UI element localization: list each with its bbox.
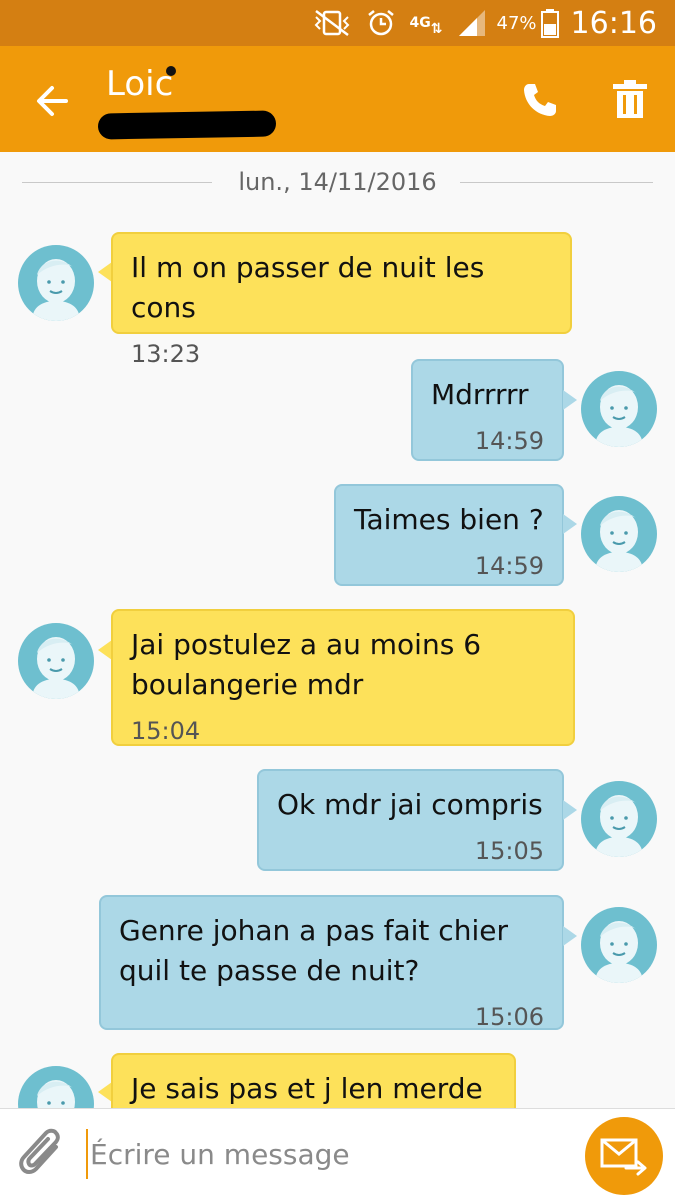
date-separator: lun., 14/11/2016	[22, 168, 653, 198]
message-text: Taimes bien ?	[354, 503, 544, 536]
message-time: 14:59	[474, 552, 544, 580]
my-avatar[interactable]	[581, 496, 657, 572]
person-face-icon	[595, 510, 643, 572]
network-4g-icon: 4G ⇅	[409, 15, 443, 37]
message-bubble-incoming[interactable]: Jai postulez a au moins 6 boulangerie md…	[111, 609, 575, 746]
message-text: Il m on passer de nuit les cons	[131, 251, 485, 324]
back-button[interactable]	[30, 78, 76, 124]
bubble-tail	[98, 640, 112, 660]
vibrate-mute-icon	[312, 9, 352, 37]
battery-percent: 47%	[496, 12, 537, 34]
message-text: Je sais pas et j len merde	[131, 1072, 483, 1105]
contact-avatar[interactable]	[18, 245, 94, 321]
send-mms-icon	[600, 1138, 647, 1176]
paperclip-icon	[19, 1128, 60, 1174]
bubble-tail	[563, 390, 577, 410]
my-avatar[interactable]	[581, 907, 657, 983]
message-text: Ok mdr jai compris	[277, 788, 543, 821]
bubble-tail	[98, 1082, 112, 1102]
bubble-tail	[563, 800, 577, 820]
message-time: 15:05	[474, 837, 544, 865]
message-time: 15:06	[474, 1003, 544, 1031]
my-avatar[interactable]	[581, 781, 657, 857]
message-bubble-incoming[interactable]: Il m on passer de nuit les cons 13:23	[111, 232, 572, 368]
contact-avatar[interactable]	[18, 623, 94, 699]
message-composer	[0, 1108, 675, 1200]
contact-name[interactable]: Loic	[106, 64, 173, 104]
person-face-icon	[32, 259, 80, 321]
message-bubble-outgoing[interactable]: Taimes bien ? 14:59	[334, 484, 564, 586]
bubble-tail	[98, 262, 112, 282]
presence-dot	[166, 66, 176, 76]
arrow-left-icon	[37, 86, 68, 116]
message-text: Jai postulez a au moins 6 boulangerie md…	[131, 628, 482, 701]
clock: 16:16	[570, 5, 657, 41]
attach-button[interactable]	[18, 1127, 68, 1183]
signal-icon	[457, 8, 487, 38]
message-time: 15:04	[131, 717, 201, 745]
message-text: Genre johan a pas fait chier quil te pas…	[119, 914, 508, 987]
bubble-tail	[563, 926, 577, 946]
person-face-icon	[595, 385, 643, 447]
battery-icon	[540, 8, 559, 38]
message-bubble-outgoing[interactable]: Ok mdr jai compris 15:05	[257, 769, 564, 871]
my-avatar[interactable]	[581, 371, 657, 447]
redacted-phone-number	[97, 110, 277, 140]
message-input[interactable]	[86, 1129, 566, 1179]
message-text: Mdrrrrr	[431, 378, 529, 411]
call-button[interactable]	[520, 80, 560, 120]
message-bubble-outgoing[interactable]: Mdrrrrr 14:59	[411, 359, 564, 461]
message-bubble-outgoing[interactable]: Genre johan a pas fait chier quil te pas…	[99, 895, 564, 1031]
phone-icon	[524, 84, 556, 116]
person-face-icon	[32, 637, 80, 699]
status-bar: 4G ⇅ 47% 16:16	[0, 0, 675, 46]
trash-icon	[613, 80, 647, 118]
conversation-header: Loic +3	[0, 46, 675, 152]
send-button[interactable]	[585, 1117, 663, 1195]
alarm-icon	[366, 8, 396, 38]
date-label: lun., 14/11/2016	[230, 168, 445, 196]
person-face-icon	[595, 795, 643, 857]
message-time: 14:59	[474, 427, 544, 455]
bubble-tail	[563, 514, 577, 534]
person-face-icon	[595, 921, 643, 983]
delete-button[interactable]	[610, 78, 650, 120]
